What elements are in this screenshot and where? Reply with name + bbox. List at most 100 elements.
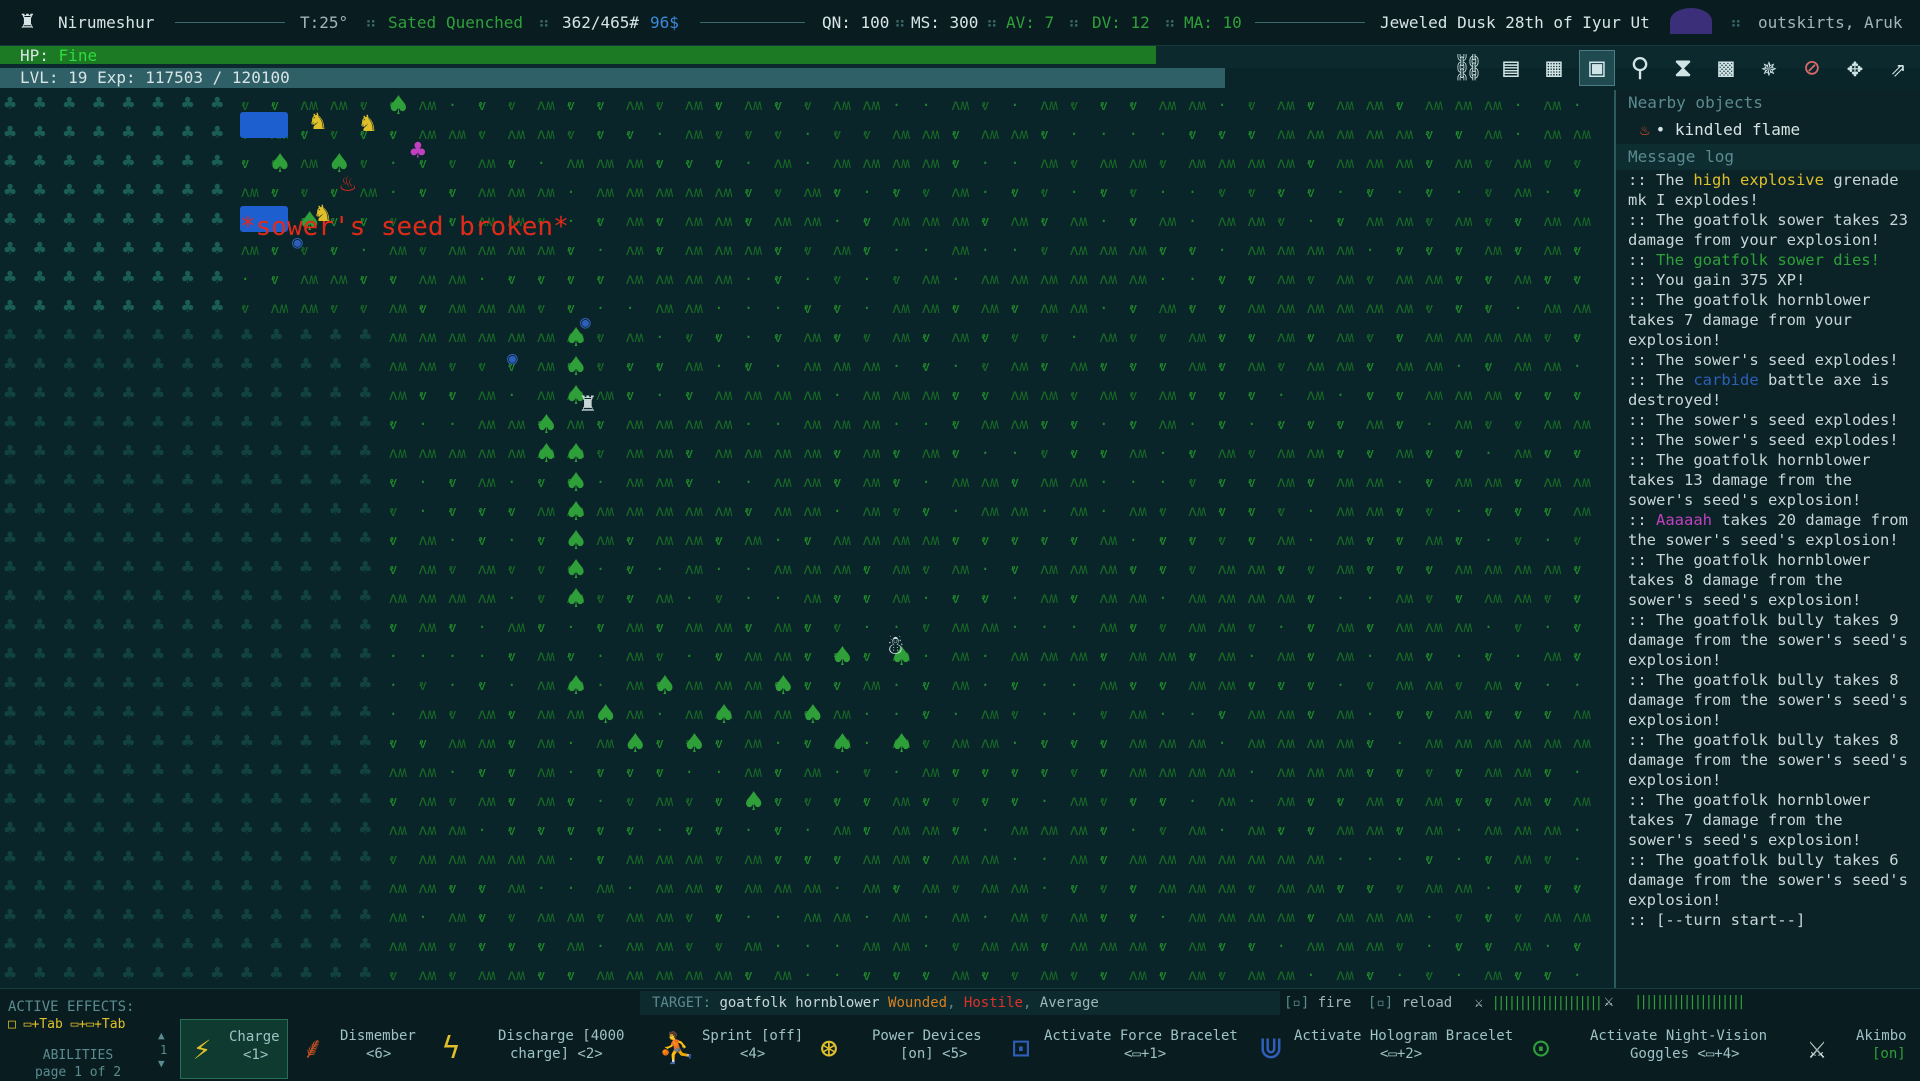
ability-power-devices[interactable]: ⊛ Power Devices [on] <5>: [808, 1019, 988, 1079]
grass-tile: ʌʍ: [774, 444, 792, 462]
grass-tile: ʌʍ: [774, 966, 792, 984]
brush-tile: ♣: [93, 265, 105, 289]
compass-icon[interactable]: ⊘: [1794, 50, 1830, 86]
brush-tile: ♣: [211, 932, 223, 956]
log-highlight: The goatfolk sower dies!: [1656, 251, 1880, 269]
grass-tile: ʌʍ: [833, 357, 851, 375]
leap-icon[interactable]: ⇗: [1880, 50, 1916, 86]
page-down-button[interactable]: ▼: [158, 1057, 165, 1070]
brush-tile: ♣: [330, 932, 342, 956]
brush-tile: ♣: [270, 323, 282, 347]
grass-tile: ⱴ: [1543, 763, 1552, 781]
sower-seed[interactable]: ◉: [507, 346, 518, 372]
separator: ⠶: [986, 13, 998, 32]
grass-tile: ʌʍ: [862, 154, 880, 172]
goatfolk-hornblower[interactable]: ♞: [360, 110, 376, 136]
brush-tile: ♣: [122, 294, 134, 318]
grass-tile: ʌʍ: [833, 821, 851, 839]
grass-tile: ⱴ: [537, 937, 546, 955]
ability-sprint[interactable]: ⛹ Sprint [off] <4>: [654, 1019, 804, 1079]
reload-button[interactable]: reload: [1402, 995, 1453, 1011]
grass-tile: ⱴ: [951, 444, 960, 462]
grass-tile: ʌʍ: [1247, 821, 1265, 839]
grass-tile: ⱴ: [655, 154, 664, 172]
grass-tile: ⱴ: [1454, 444, 1463, 462]
game-map[interactable]: ♣ ♣ ♣ ♣ ♣ ♣ ♣ ♣ ⱴ ⱴ ʌʍ ʌʍ ⱴ ⱴ ʌʍ · ⱴ ⱴ ʌʍ ⱴ ⱴ ʌʍ ⱴ ʌʍ ⱴ ʌʍ ⱴ ⱴ ʌʍ ʌʍ ·…: [0, 90, 1602, 988]
grass-tile: ⱴ: [1010, 792, 1019, 810]
grass-tile: ⱴ: [655, 647, 664, 665]
ability-hologram-bracelet[interactable]: ⋓ Activate Hologram Bracelet <▭+2>: [1250, 1019, 1520, 1079]
hp-status: Fine: [58, 46, 98, 65]
ability-akimbo[interactable]: ⚔ Akimbo [on]: [1796, 1019, 1916, 1079]
ability-night-vision[interactable]: ⊙ Activate Night-Vision Goggles <▭+4>: [1520, 1019, 1770, 1079]
brush-tile: ♣: [4, 497, 16, 521]
grass-tile: ⱴ: [1040, 908, 1049, 926]
tiles-icon[interactable]: ▣: [1579, 50, 1615, 86]
search-icon[interactable]: ⚲: [1622, 50, 1658, 86]
goatfolk-hornblower[interactable]: ♜: [580, 390, 596, 416]
crosshair-icon[interactable]: ✥: [1837, 50, 1873, 86]
grass-tile: ʌʍ: [833, 241, 851, 259]
message-log[interactable]: :: The high explosive grenade mk I explo…: [1616, 170, 1920, 990]
goatfolk-bully[interactable]: ♞: [310, 108, 326, 134]
grass-tile: ⱴ: [1484, 212, 1493, 230]
map-icon[interactable]: ▦: [1536, 50, 1572, 86]
grass-tile: ·: [1070, 125, 1079, 143]
brush-tile: ♣: [211, 758, 223, 782]
grass-tile: ·: [981, 444, 990, 462]
ability-charge[interactable]: ⚡ Charge <1>: [180, 1019, 288, 1079]
star-icon[interactable]: ✵: [1751, 50, 1787, 86]
brush-tile: ♣: [152, 178, 164, 202]
grass-tile: ʌʍ: [537, 328, 555, 346]
player-avatar-icon[interactable]: ♜: [20, 6, 34, 34]
grass-tile: ⱴ: [862, 763, 871, 781]
ability-discharge[interactable]: ϟ Discharge [4000 charge] <2>: [430, 1019, 640, 1079]
grass-tile: ʌʍ: [744, 850, 762, 868]
grass-tile: ʌʍ: [1247, 908, 1265, 926]
fire-button[interactable]: fire: [1318, 995, 1352, 1011]
grass-tile: ·: [596, 676, 605, 694]
brush-tile: ♣: [211, 903, 223, 927]
inventory-icon[interactable]: ▤: [1493, 50, 1529, 86]
goggles-icon: ⊙: [1531, 1031, 1551, 1066]
link-icon[interactable]: ⛓: [1450, 50, 1486, 86]
grass-tile: ʌʍ: [1306, 763, 1324, 781]
grass-tile: ⱴ: [478, 908, 487, 926]
grass-tile: ⱴ: [922, 792, 931, 810]
grass-tile: ·: [1010, 589, 1019, 607]
page-up-button[interactable]: ▲: [158, 1029, 165, 1042]
grass-tile: ⱴ: [448, 502, 457, 520]
brush-tile: ♣: [241, 816, 253, 840]
ability-force-bracelet[interactable]: ⊡ Activate Force Bracelet <▭+1>: [1000, 1019, 1250, 1079]
grass-tile: ⱴ: [566, 299, 575, 317]
grass-tile: ʌʍ: [1336, 357, 1354, 375]
aaaaah-creature[interactable]: ♣: [410, 138, 426, 164]
grass-tile: ⱴ: [626, 792, 635, 810]
grass-tile: ⱴ: [1543, 502, 1552, 520]
grass-tile: ʌʍ: [478, 792, 496, 810]
grass-tile: ʌʍ: [626, 473, 644, 491]
brush-tile: ♣: [359, 961, 371, 985]
grass-tile: ʌʍ: [1336, 618, 1354, 636]
log-text: :: [--turn start--]: [1628, 911, 1806, 929]
grass-tile: ʌʍ: [1010, 937, 1028, 955]
brush-tile: ♣: [182, 207, 194, 231]
grass-tile: ⱴ: [951, 821, 960, 839]
ability-dismember[interactable]: ⸙ Dismember <6>: [292, 1019, 422, 1079]
brush-tile: ♣: [211, 845, 223, 869]
damage-float-text: *sower's seed broken*: [240, 212, 569, 242]
grass-tile: ʌʍ: [1070, 647, 1088, 665]
grass-tile: ·: [1247, 792, 1256, 810]
grass-tile: ·: [685, 589, 694, 607]
hourglass-icon[interactable]: ⧗: [1665, 50, 1701, 86]
kindled-flame[interactable]: ♨: [340, 170, 356, 196]
grass-tile: ·: [862, 908, 871, 926]
grass-tile: ʌʍ: [1129, 270, 1147, 288]
sower-seed[interactable]: ◉: [580, 310, 591, 336]
player-character[interactable]: ☃: [888, 633, 904, 659]
player-name: Nirumeshur: [58, 13, 155, 32]
grass-tile: ʌʍ: [1040, 647, 1058, 665]
grass-tile: ·: [981, 821, 990, 839]
nearby-object-item[interactable]: ♨ • kindled flame: [1616, 116, 1920, 144]
character-icon[interactable]: ▩: [1708, 50, 1744, 86]
